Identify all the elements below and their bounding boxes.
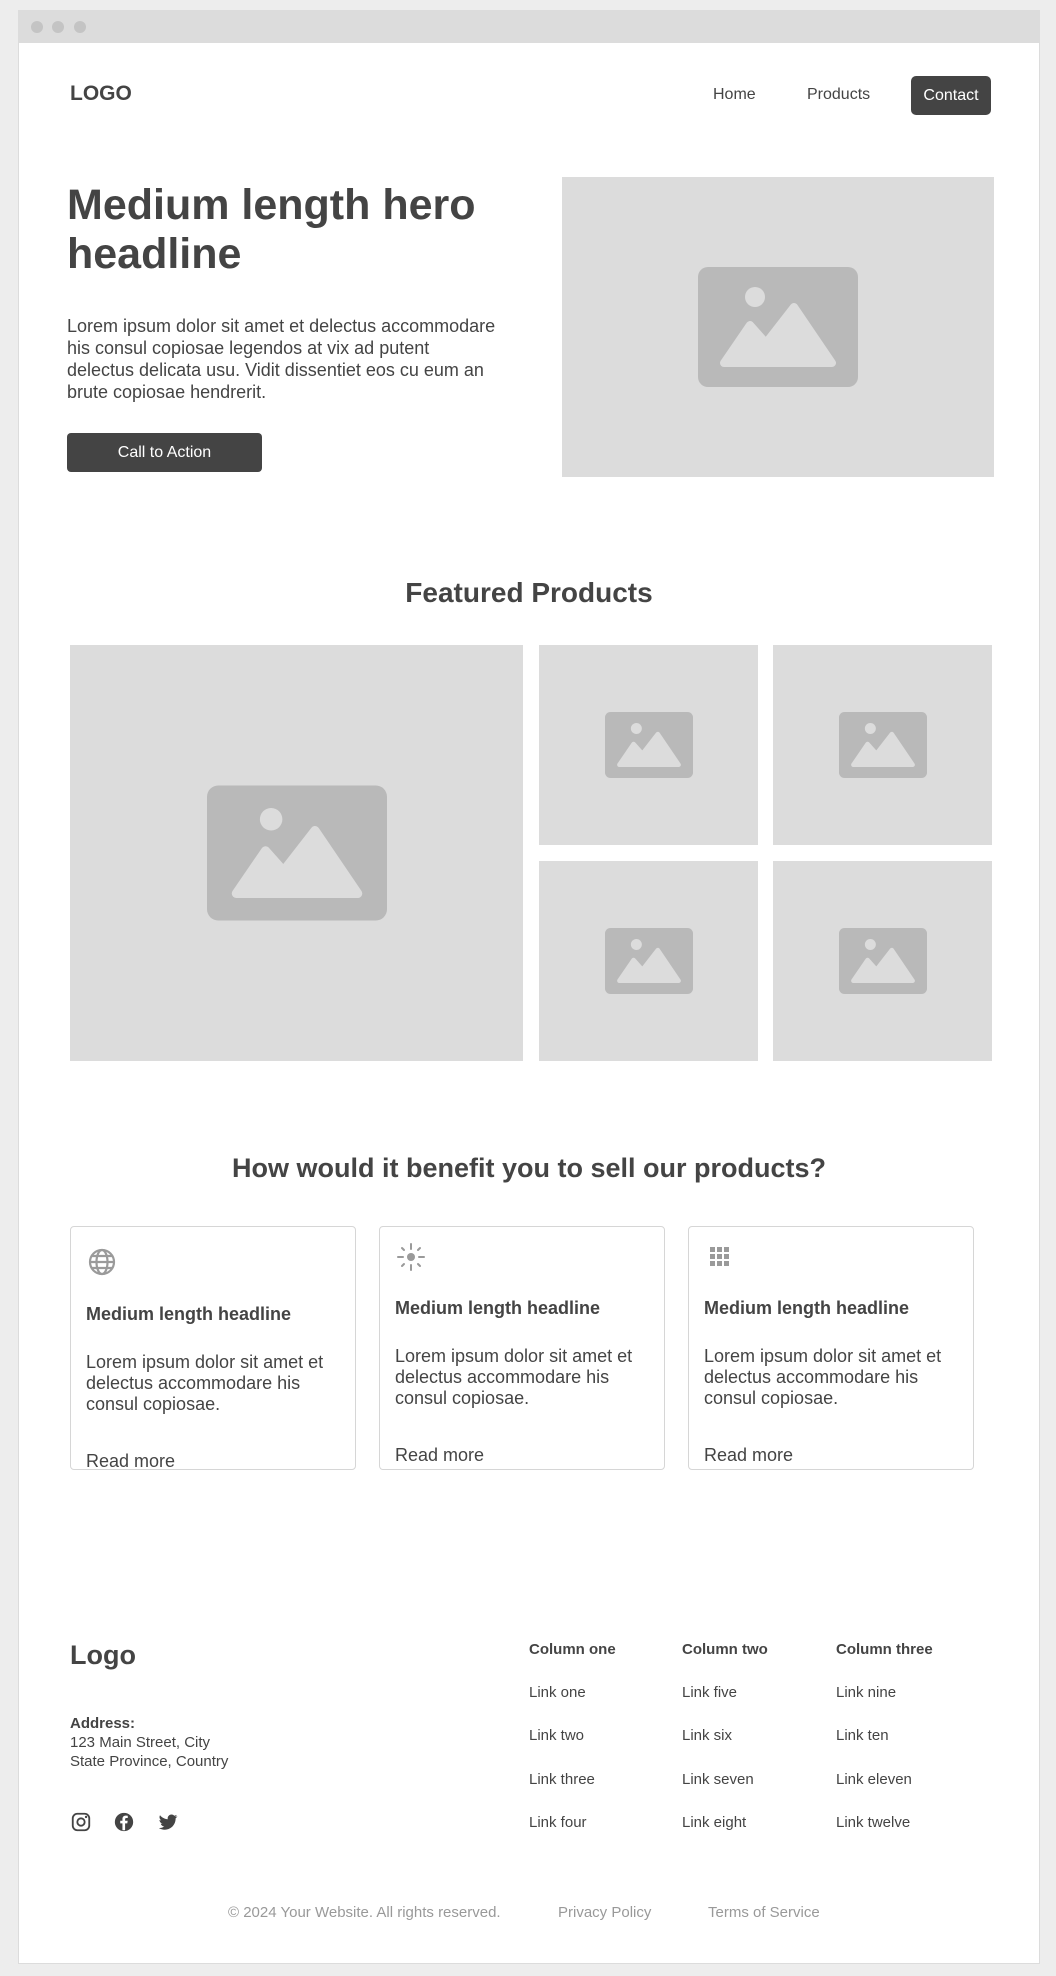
nav-contact-button[interactable]: Contact (911, 76, 991, 115)
featured-product-image[interactable] (539, 861, 758, 1061)
image-placeholder-icon (838, 712, 927, 778)
benefit-card: Medium length headline Lorem ipsum dolor… (70, 1226, 356, 1472)
instagram-icon[interactable] (70, 1811, 92, 1833)
terms-of-service-link[interactable]: Terms of Service (708, 1904, 820, 1921)
read-more-link[interactable]: Read more (395, 1445, 484, 1466)
card-text: Lorem ipsum dolor sit amet et delectus a… (86, 1352, 324, 1414)
address-line: State Province, Country (70, 1753, 229, 1770)
featured-product-image[interactable] (539, 645, 758, 845)
featured-product-image[interactable] (773, 861, 992, 1061)
call-to-action-button[interactable]: Call to Action (67, 433, 262, 472)
card-text: Lorem ipsum dolor sit amet et delectus a… (704, 1346, 942, 1408)
footer-link[interactable]: Link one (529, 1684, 586, 1701)
grid-icon (710, 1247, 729, 1266)
facebook-icon[interactable] (113, 1811, 135, 1833)
footer-link[interactable]: Link ten (836, 1727, 889, 1744)
sun-icon (397, 1243, 425, 1271)
hero-headline: Medium length hero headline (67, 181, 476, 278)
footer-logo[interactable]: Logo (70, 1640, 136, 1671)
window-maximize-dot[interactable] (74, 21, 86, 33)
address-line: 123 Main Street, City (70, 1734, 211, 1751)
image-placeholder-icon (604, 928, 693, 994)
image-placeholder-icon (838, 928, 927, 994)
featured-product-large-image[interactable] (70, 645, 523, 1061)
nav-home-link[interactable]: Home (713, 86, 756, 104)
footer-link[interactable]: Link eleven (836, 1771, 912, 1788)
browser-window: LOGO Home Products Contact Medium length… (18, 10, 1040, 1964)
footer-link[interactable]: Link two (529, 1727, 584, 1744)
footer-link[interactable]: Link three (529, 1771, 595, 1788)
window-minimize-dot[interactable] (52, 21, 64, 33)
footer-link[interactable]: Link twelve (836, 1814, 910, 1831)
twitter-icon[interactable] (157, 1811, 179, 1833)
nav-products-link[interactable]: Products (807, 86, 870, 104)
image-placeholder-icon (698, 267, 858, 387)
footer-link[interactable]: Link seven (682, 1771, 754, 1788)
featured-products-title: Featured Products (405, 577, 653, 608)
window-close-dot[interactable] (31, 21, 43, 33)
image-placeholder-icon (604, 712, 693, 778)
address-label: Address: (70, 1715, 136, 1732)
featured-product-image[interactable] (773, 645, 992, 845)
card-text: Lorem ipsum dolor sit amet et delectus a… (395, 1346, 633, 1408)
footer-link[interactable]: Link four (529, 1814, 587, 1831)
footer-link[interactable]: Link six (682, 1727, 732, 1744)
hero-image (562, 177, 994, 477)
window-titlebar (19, 11, 1039, 43)
header-logo[interactable]: LOGO (70, 82, 132, 106)
read-more-link[interactable]: Read more (704, 1445, 793, 1466)
benefits-title: How would it benefit you to sell our pro… (232, 1153, 826, 1183)
footer-link[interactable]: Link five (682, 1684, 737, 1701)
card-headline: Medium length headline (395, 1298, 601, 1318)
image-placeholder-icon (206, 785, 387, 921)
footer-column-heading: Column two (682, 1641, 768, 1658)
footer-column-heading: Column one (529, 1641, 616, 1658)
benefit-card: Medium length headline Lorem ipsum dolor… (688, 1226, 974, 1470)
card-headline: Medium length headline (704, 1298, 910, 1318)
read-more-link[interactable]: Read more (86, 1451, 175, 1472)
footer-column-heading: Column three (836, 1641, 933, 1658)
benefit-card: Medium length headline Lorem ipsum dolor… (379, 1226, 665, 1470)
card-headline: Medium length headline (86, 1304, 292, 1324)
footer-link[interactable]: Link nine (836, 1684, 896, 1701)
hero-body-text: Lorem ipsum dolor sit amet et delectus a… (67, 316, 496, 402)
privacy-policy-link[interactable]: Privacy Policy (558, 1904, 651, 1921)
globe-icon (88, 1248, 116, 1276)
footer-link[interactable]: Link eight (682, 1814, 746, 1831)
copyright-text: © 2024 Your Website. All rights reserved… (228, 1904, 501, 1921)
